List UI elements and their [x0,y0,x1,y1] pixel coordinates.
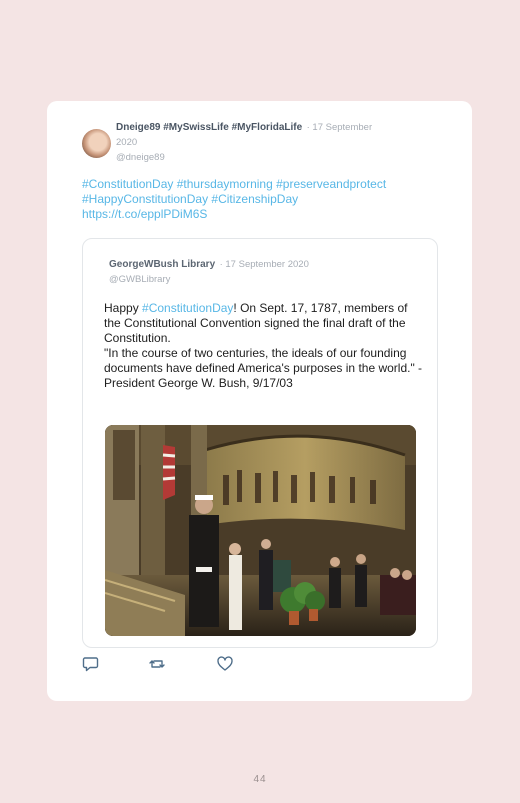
quoted-body: Happy #ConstitutionDay! On Sept. 17, 178… [104,301,424,391]
quoted-body-prefix: Happy [104,301,143,315]
tweet-hashtags-line-1[interactable]: #ConstitutionDay #thursdaymorning #prese… [82,177,432,192]
quoted-handle: @GWBLibrary [109,274,171,285]
quoted-body-quote: "In the course of two centuries, the ide… [104,346,423,390]
heart-icon[interactable] [216,655,234,673]
quoted-tweet[interactable]: GeorgeWBush Library · 17 September 2020 … [82,238,438,648]
quoted-date[interactable]: · 17 September 2020 [220,259,309,270]
tweet-text: #ConstitutionDay #thursdaymorning #prese… [82,177,432,222]
quoted-header: GeorgeWBush Library · 17 September 2020 … [109,256,309,286]
tweet-date-year: 2020 [116,137,138,148]
tweet-header: Dneige89 #MySwissLife #MyFloridaLife · 1… [116,119,416,164]
tweet-card: Dneige89 #MySwissLife #MyFloridaLife · 1… [47,101,472,701]
tweet-actions [82,655,282,673]
rotunda-photo[interactable] [105,425,416,636]
avatar[interactable] [82,129,111,158]
user-display-name[interactable]: Dneige89 #MySwissLife #MyFloridaLife [116,122,302,133]
quoted-user-name[interactable]: GeorgeWBush Library [109,259,215,270]
rotunda-photo-art [105,425,416,636]
page-number: 44 [253,774,267,785]
user-handle: @dneige89 [116,152,165,163]
retweet-icon[interactable] [148,655,166,673]
reply-icon[interactable] [82,655,100,673]
tweet-link[interactable]: https://t.co/epplPDiM6S [82,207,432,222]
tweet-date[interactable]: · 17 September [307,122,372,133]
tweet-hashtags-line-2[interactable]: #HappyConstitutionDay #CitizenshipDay [82,192,432,207]
quoted-hashtag[interactable]: #ConstitutionDay [142,301,233,315]
